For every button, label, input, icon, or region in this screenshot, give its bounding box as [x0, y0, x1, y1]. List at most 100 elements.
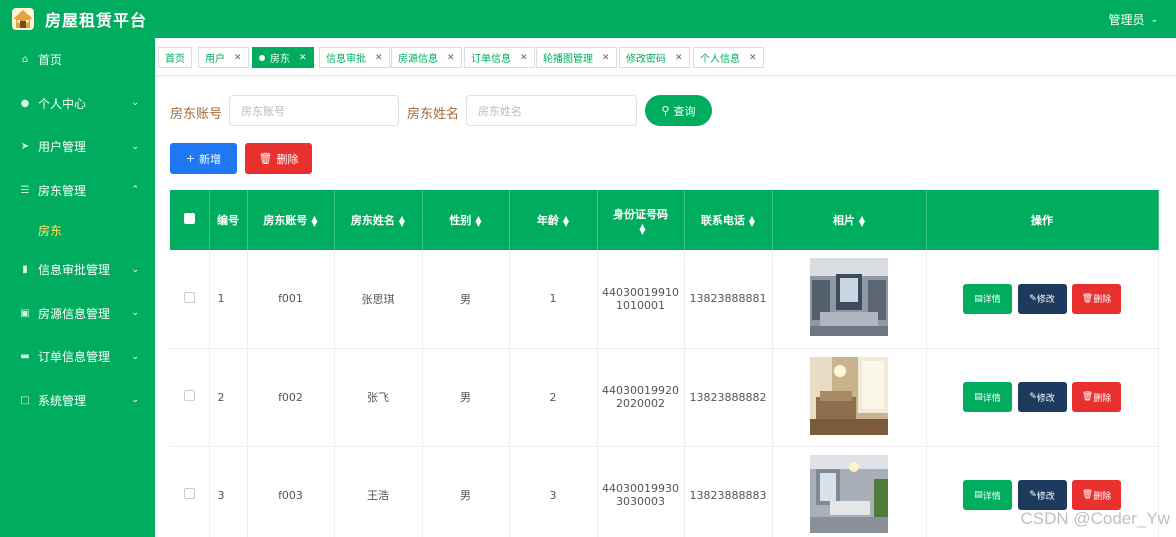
- sort-icon[interactable]: ▲ ▼: [859, 215, 865, 228]
- tab-label: 轮播图管理: [543, 54, 593, 65]
- row-checkbox[interactable]: [170, 250, 210, 349]
- cell-phone: 13823888883: [684, 446, 773, 537]
- remove-button[interactable]: 🗑 删除: [1072, 283, 1121, 314]
- room-photo-image[interactable]: [810, 454, 888, 533]
- user-icon: ●: [20, 97, 30, 109]
- sidebar-item-listings[interactable]: ▣ 房源信息管理 ⌄: [0, 292, 155, 336]
- chevron-down-icon: ⌄: [131, 264, 139, 275]
- close-icon[interactable]: ✕: [520, 53, 528, 63]
- remove-button[interactable]: 🗑 删除: [1072, 382, 1121, 412]
- top-header: 房屋租赁平台 管理员 ⌄: [0, 0, 1176, 38]
- room-photo-image[interactable]: [810, 258, 888, 337]
- chevron-down-icon: ⌄: [131, 141, 139, 152]
- col-label: 房东姓名: [350, 214, 395, 227]
- edit-button[interactable]: ✎ 修改: [1017, 382, 1067, 412]
- sidebar-subitem-landlord[interactable]: 房东: [0, 212, 155, 248]
- cell-name: 张思琪: [334, 250, 423, 349]
- close-icon[interactable]: ✕: [602, 53, 610, 63]
- cell-id: 44030019930 3030003: [597, 446, 685, 537]
- edit-button[interactable]: ✎ 修改: [1017, 283, 1067, 314]
- name-input[interactable]: 房东姓名: [466, 95, 637, 126]
- delete-button-label: 删除: [276, 152, 299, 166]
- id-line: 3030003: [616, 495, 665, 508]
- row-checkbox[interactable]: [170, 348, 210, 447]
- remove-button[interactable]: 🗑 删除: [1072, 480, 1121, 510]
- trash-icon: 🗑: [1081, 490, 1094, 500]
- delete-button[interactable]: 🗑 删除: [245, 143, 312, 174]
- sort-icon[interactable]: ▲ ▼: [311, 215, 317, 228]
- home-icon: ⌂: [21, 54, 29, 66]
- tab-label: 订单信息: [471, 54, 511, 65]
- close-icon[interactable]: ✕: [749, 53, 757, 63]
- sort-icon[interactable]: ▲ ▼: [639, 222, 645, 235]
- col-id[interactable]: 身份证号码 ▲ ▼: [597, 190, 685, 250]
- col-name[interactable]: 房东姓名 ▲ ▼: [334, 190, 423, 250]
- close-icon[interactable]: ✕: [675, 53, 683, 63]
- tab-home[interactable]: 首页: [158, 47, 192, 68]
- col-account[interactable]: 房东账号 ▲ ▼: [247, 190, 335, 250]
- cell-no: 2: [209, 348, 248, 447]
- sidebar-item-label: 首页: [38, 53, 63, 68]
- chevron-down-icon: ⌄: [131, 98, 139, 109]
- id-line: 44030019920: [602, 384, 679, 397]
- account-input[interactable]: 房东账号: [229, 95, 399, 126]
- chevron-up-icon: ⌃: [131, 185, 139, 196]
- sidebar-item-approval[interactable]: ▮ 信息审批管理 ⌄: [0, 248, 155, 292]
- trash-icon: 🗑: [1081, 293, 1094, 304]
- tab-listings[interactable]: 房源信息 ✕: [391, 47, 462, 68]
- col-gender[interactable]: 性别 ▲ ▼: [422, 190, 510, 250]
- tab-profile[interactable]: 个人信息 ✕: [693, 47, 764, 68]
- select-all-checkbox[interactable]: [170, 190, 210, 250]
- col-phone[interactable]: 联系电话 ▲ ▼: [684, 190, 773, 250]
- house-logo-icon: [10, 6, 36, 32]
- detail-button[interactable]: ▤ 详情: [963, 382, 1012, 412]
- tab-landlords[interactable]: 房东 ✕: [252, 47, 314, 68]
- remove-label: 删除: [1093, 295, 1112, 306]
- file-icon: ▤: [974, 293, 983, 304]
- search-icon: ⚲: [661, 104, 670, 117]
- cell-age: 2: [509, 348, 598, 447]
- sort-icon[interactable]: ▲ ▼: [475, 215, 481, 228]
- query-button[interactable]: ⚲ 查询: [645, 95, 712, 126]
- tab-password[interactable]: 修改密码 ✕: [619, 47, 690, 68]
- tab-orders[interactable]: 订单信息 ✕: [464, 47, 535, 68]
- cell-account: f003: [247, 446, 335, 537]
- sidebar-item-system[interactable]: □ 系统管理 ⌄: [0, 379, 155, 423]
- sort-icon[interactable]: ▲ ▼: [399, 215, 405, 228]
- col-age[interactable]: 年龄 ▲ ▼: [509, 190, 598, 250]
- close-icon[interactable]: ✕: [299, 53, 307, 63]
- table-header-row: 编号 房东账号 ▲ ▼ 房东姓名 ▲ ▼ 性别 ▲ ▼ 年龄 ▲ ▼ 身份证号码 ▲ ▼ 联系电话 ▲…: [170, 190, 1159, 250]
- sidebar-item-landlords[interactable]: ☰ 房东管理 ⌃: [0, 169, 155, 213]
- sidebar-item-label: 订单信息管理: [38, 350, 111, 365]
- sidebar-item-users[interactable]: ➤ 用户管理 ⌄: [0, 125, 155, 169]
- remove-label: 删除: [1093, 491, 1112, 502]
- cell-account: f002: [247, 348, 335, 447]
- chevron-down-icon: ⌄: [131, 395, 139, 406]
- sidebar-item-profile[interactable]: ● 个人中心 ⌄: [0, 82, 155, 126]
- add-button[interactable]: + 新增: [170, 143, 237, 174]
- tab-carousel[interactable]: 轮播图管理 ✕: [536, 47, 617, 68]
- sidebar-item-orders[interactable]: ▬ 订单信息管理 ⌄: [0, 335, 155, 379]
- close-icon[interactable]: ✕: [447, 53, 455, 63]
- cell-photo: [772, 446, 927, 537]
- edit-button[interactable]: ✎ 修改: [1017, 480, 1067, 510]
- close-icon[interactable]: ✕: [375, 53, 383, 63]
- close-icon[interactable]: ✕: [234, 53, 242, 63]
- sidebar-item-home[interactable]: ⌂ 首页: [0, 38, 155, 82]
- tab-users[interactable]: 用户 ✕: [198, 47, 249, 68]
- cell-name: 王浩: [334, 446, 423, 537]
- cell-actions: ▤ 详情 ✎ 修改 🗑 删除: [926, 348, 1159, 447]
- detail-button[interactable]: ▤ 详情: [963, 283, 1012, 314]
- sort-icon[interactable]: ▲ ▼: [563, 215, 569, 228]
- edit-label: 修改: [1036, 295, 1055, 306]
- col-photo[interactable]: 相片 ▲ ▼: [772, 190, 927, 250]
- sort-icon[interactable]: ▲ ▼: [749, 215, 755, 228]
- landlord-table: 编号 房东账号 ▲ ▼ 房东姓名 ▲ ▼ 性别 ▲ ▼ 年龄 ▲ ▼ 身份证号码 ▲ ▼ 联系电话 ▲…: [170, 190, 1159, 537]
- detail-button[interactable]: ▤ 详情: [963, 480, 1012, 510]
- tab-approval[interactable]: 信息审批 ✕: [319, 47, 390, 68]
- room-photo-image[interactable]: [810, 356, 888, 435]
- row-checkbox[interactable]: [170, 446, 210, 537]
- chevron-down-icon: ⌄: [131, 308, 139, 319]
- user-menu[interactable]: 管理员 ⌄: [1108, 11, 1158, 28]
- sidebar-item-label: 个人中心: [38, 96, 87, 111]
